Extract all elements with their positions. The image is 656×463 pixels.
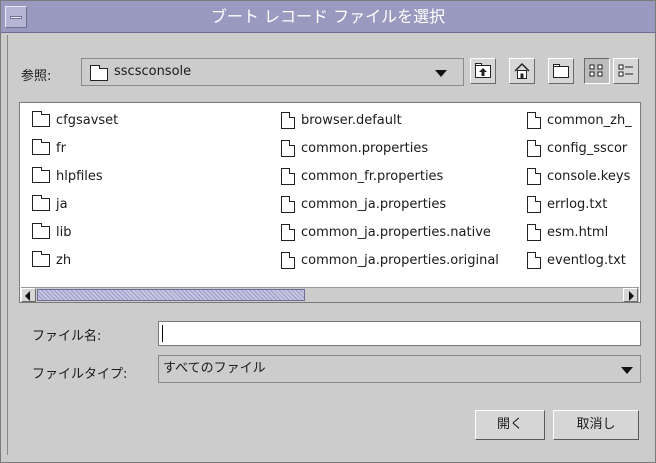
scrollbar-thumb[interactable] <box>37 289 305 301</box>
file-icon <box>527 196 541 213</box>
filename-input[interactable] <box>159 322 640 345</box>
list-item[interactable]: lib <box>32 223 262 243</box>
window-title: ブート レコード ファイルを選択 <box>210 7 446 26</box>
text-caret <box>162 325 163 342</box>
list-item[interactable]: ja <box>32 195 262 215</box>
folder-icon <box>90 65 108 82</box>
file-icon <box>527 252 541 269</box>
filename-label: ファイル名: <box>32 329 102 344</box>
file-list[interactable]: cfgsavset fr hlpfiles ja lib zh browser.… <box>19 102 641 303</box>
filetype-combo[interactable]: すべてのファイル <box>158 355 641 383</box>
file-icon <box>527 112 541 129</box>
file-icon <box>527 168 541 185</box>
chevron-down-icon <box>435 70 447 77</box>
list-item[interactable]: errlog.txt <box>527 195 640 215</box>
file-chooser-dialog: ブート レコード ファイルを選択 参照: sscsconsole cfgsavs… <box>0 0 656 463</box>
file-icon <box>281 196 295 213</box>
arrow-right-icon <box>629 291 634 301</box>
folder-icon <box>32 139 50 155</box>
new-folder-icon <box>553 64 569 78</box>
file-icon <box>281 140 295 157</box>
list-item[interactable]: console.keys <box>527 167 640 187</box>
file-icon <box>281 168 295 185</box>
file-icon <box>281 112 295 129</box>
list-item[interactable]: browser.default <box>281 111 525 131</box>
folder-icon <box>32 195 50 211</box>
up-folder-icon <box>475 63 491 78</box>
folder-icon <box>32 111 50 127</box>
window-border <box>7 35 8 455</box>
list-item[interactable]: common_fr.properties <box>281 167 525 187</box>
list-item[interactable]: common_zh_ <box>527 111 640 131</box>
look-in-label: 参照: <box>21 69 52 84</box>
list-view-button[interactable] <box>584 58 610 84</box>
scroll-left-button[interactable] <box>21 288 36 302</box>
filetype-label: ファイルタイプ: <box>32 367 128 382</box>
chevron-down-icon <box>621 367 633 374</box>
folder-icon <box>32 167 50 183</box>
look-in-value: sscsconsole <box>114 64 192 79</box>
look-in-combo[interactable]: sscsconsole <box>81 58 464 86</box>
list-item[interactable]: common_ja.properties <box>281 195 525 215</box>
list-item[interactable]: zh <box>32 251 262 271</box>
folder-icon <box>32 223 50 239</box>
file-icon <box>527 224 541 241</box>
folder-icon <box>32 251 50 267</box>
home-button[interactable] <box>509 58 535 84</box>
list-view-icon <box>589 64 603 77</box>
list-item[interactable]: common.properties <box>281 139 525 159</box>
details-view-button[interactable] <box>613 58 639 84</box>
arrow-left-icon <box>25 291 30 301</box>
file-icon <box>527 140 541 157</box>
list-item[interactable]: hlpfiles <box>32 167 262 187</box>
horizontal-scrollbar[interactable] <box>21 287 639 302</box>
list-item[interactable]: config_sscor <box>527 139 640 159</box>
list-item[interactable]: common_ja.properties.native <box>281 223 525 243</box>
file-icon <box>281 224 295 241</box>
list-item[interactable]: fr <box>32 139 262 159</box>
list-item[interactable]: eventlog.txt <box>527 251 640 271</box>
list-item[interactable]: common_ja.properties.original <box>281 251 525 271</box>
open-button[interactable]: 開く <box>475 410 545 440</box>
filename-field[interactable] <box>158 321 641 346</box>
new-folder-button[interactable] <box>548 58 574 84</box>
up-one-level-button[interactable] <box>470 58 496 84</box>
scroll-right-button[interactable] <box>623 288 638 302</box>
details-view-icon <box>618 64 633 77</box>
title-bar[interactable]: ブート レコード ファイルを選択 <box>1 1 655 33</box>
cancel-button[interactable]: 取消し <box>553 410 639 440</box>
list-item[interactable]: cfgsavset <box>32 111 262 131</box>
filetype-value: すべてのファイル <box>163 361 266 376</box>
file-icon <box>281 252 295 269</box>
list-item[interactable]: esm.html <box>527 223 640 243</box>
home-icon <box>514 62 530 79</box>
